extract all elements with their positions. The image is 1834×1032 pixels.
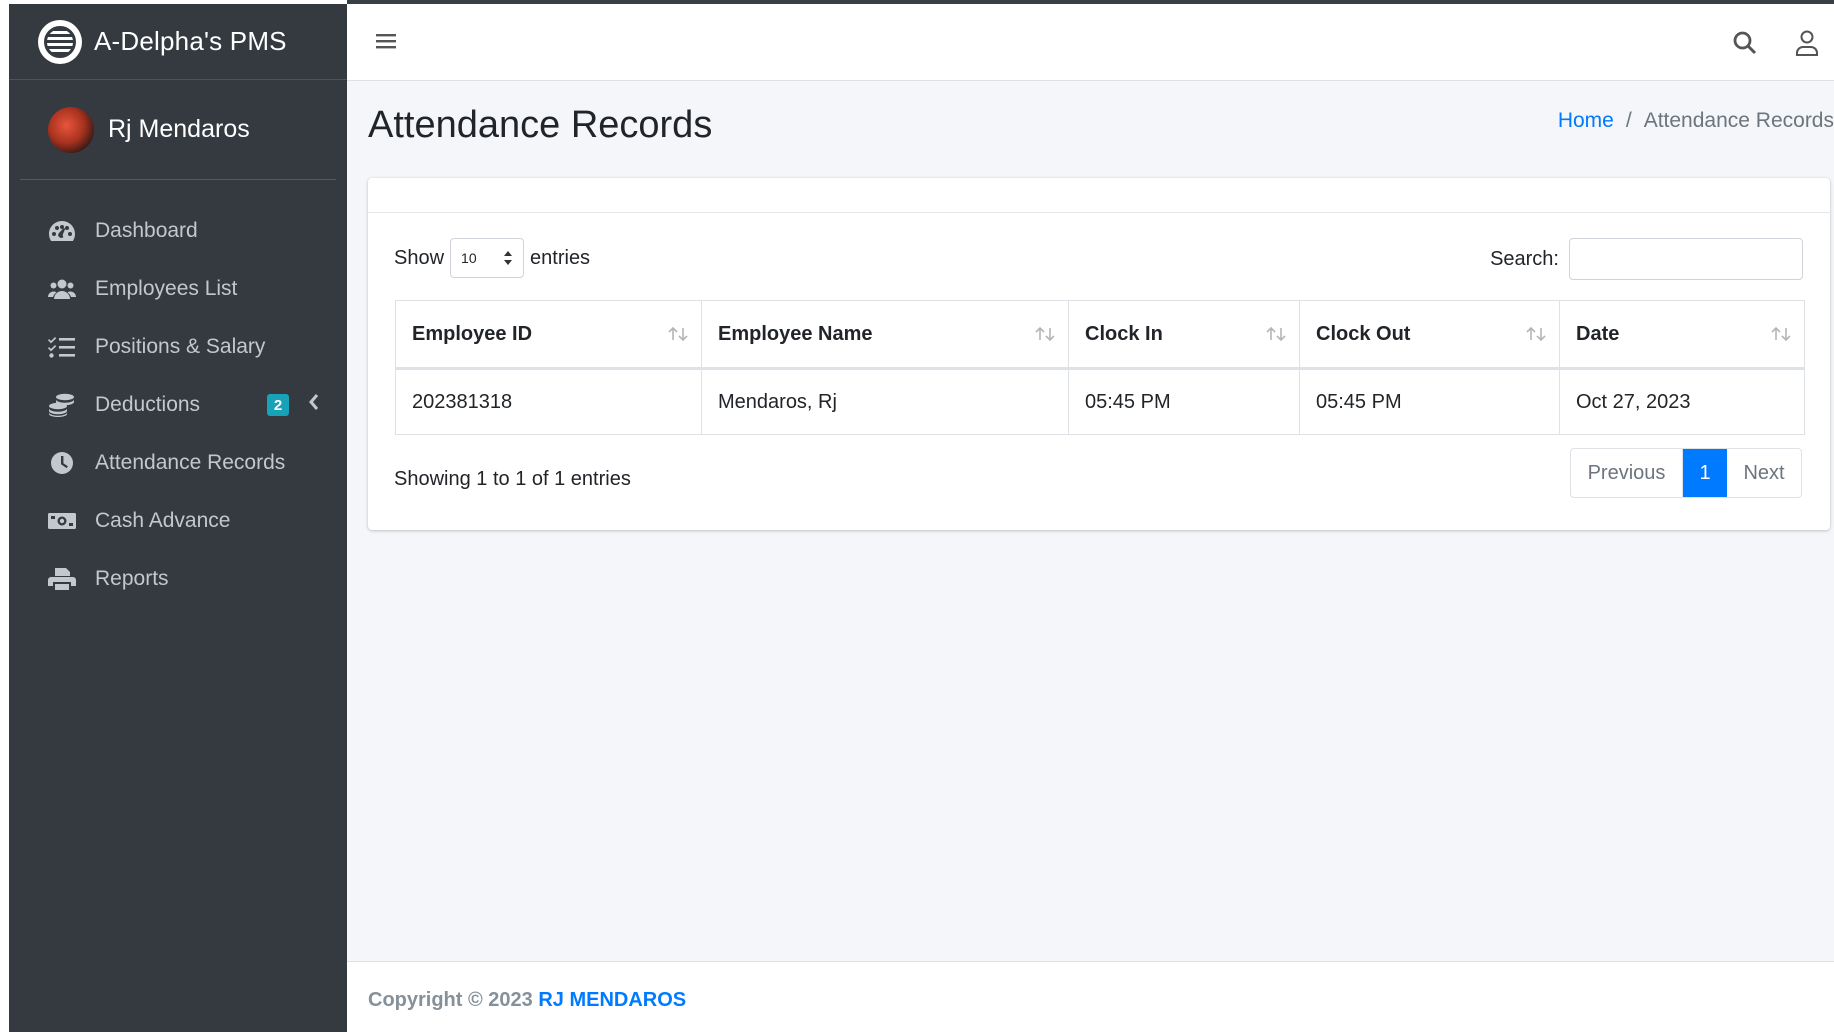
copyright-owner-link[interactable]: RJ MENDAROS [538,989,686,1011]
column-header-employee-id[interactable]: Employee ID [395,300,702,370]
print-icon [47,566,77,592]
footer: Copyright © 2023 RJ MENDAROS [347,961,1834,1032]
cell-date: Oct 27, 2023 [1559,368,1805,435]
entries-select-value: 10 [461,250,477,266]
chevron-left-icon[interactable] [307,391,325,417]
dashboard-gauge-icon [47,218,77,244]
sidebar-item-attendance-records[interactable]: Attendance Records [9,434,347,492]
content-wrapper: Attendance Records Home / Attendance Rec… [347,81,1834,961]
users-icon [47,276,77,302]
attendance-card: Show 10 entries Search: Employee ID Empl… [368,178,1830,530]
column-header-label: Employee ID [412,322,533,345]
deductions-count-badge: 2 [267,394,289,416]
pagination-page-1[interactable]: 1 [1683,449,1727,497]
user-profile-icon[interactable] [1795,30,1819,56]
cell-clock-out: 05:45 PM [1299,368,1560,435]
breadcrumb-separator: / [1625,109,1632,132]
pagination-previous-button[interactable]: Previous [1571,449,1683,497]
sidebar-item-label: Employees List [95,277,238,300]
column-header-clock-out[interactable]: Clock Out [1299,300,1560,370]
table-header-row: Employee ID Employee Name Clock In Clock… [395,300,1805,370]
table-info: Showing 1 to 1 of 1 entries [394,468,631,490]
sidebar-item-label: Cash Advance [95,509,231,532]
column-header-label: Clock In [1085,322,1163,345]
column-header-clock-in[interactable]: Clock In [1068,300,1300,370]
sort-icon [1525,325,1547,342]
entries-label: entries [530,246,591,269]
user-avatar [48,106,94,153]
pagination: Previous 1 Next [1570,448,1802,498]
sort-icon [667,325,689,342]
column-header-employee-name[interactable]: Employee Name [701,300,1069,370]
copyright-text: Copyright © 2023 RJ MENDAROS [368,989,686,1012]
table-row: 202381318 Mendaros, Rj 05:45 PM 05:45 PM… [395,368,1805,435]
sidebar-item-label: Reports [95,567,169,590]
column-header-date[interactable]: Date [1559,300,1805,370]
sidebar-item-cash-advance[interactable]: Cash Advance [9,492,347,550]
top-navbar [347,4,1834,81]
brand-name: A-Delpha's PMS [94,26,287,56]
page-title: Attendance Records [368,104,713,146]
window-edge [0,0,9,1032]
entries-select[interactable]: 10 [450,238,525,278]
brand-logo-icon [38,19,82,64]
sidebar-item-label: Positions & Salary [95,335,266,358]
money-bill-icon [47,508,77,534]
column-header-label: Employee Name [718,322,873,345]
search-label: Search: [1490,247,1559,270]
clock-icon [47,450,77,476]
attendance-table: Employee ID Employee Name Clock In Clock… [395,300,1805,435]
sidebar-item-employees-list[interactable]: Employees List [9,260,347,318]
sidebar-item-deductions[interactable]: Deductions 2 [9,376,347,434]
select-arrows-icon [504,251,513,265]
brand-link[interactable]: A-Delpha's PMS [9,4,347,80]
card-header [368,178,1830,213]
breadcrumb-home-link[interactable]: Home [1558,109,1614,133]
user-name: Rj Mendaros [108,115,250,143]
sidebar: A-Delpha's PMS Rj Mendaros Dashboard Emp… [9,4,347,1032]
sort-icon [1265,325,1287,342]
breadcrumb: Home / Attendance Records [1558,109,1834,133]
sidebar-item-label: Attendance Records [95,451,286,474]
sort-icon [1770,325,1792,342]
column-header-label: Date [1576,322,1620,345]
sort-icon [1034,325,1056,342]
pagination-next-button[interactable]: Next [1727,449,1801,497]
sidebar-item-label: Deductions [95,393,201,416]
menu-toggle-icon[interactable] [375,30,397,52]
cell-employee-name: Mendaros, Rj [701,368,1069,435]
search-icon[interactable] [1732,30,1758,56]
sidebar-nav: Dashboard Employees List Positions & Sal… [9,180,347,608]
cell-clock-in: 05:45 PM [1068,368,1300,435]
copyright-prefix: Copyright © 2023 [368,989,533,1011]
list-check-icon [47,334,77,360]
column-header-label: Clock Out [1316,322,1411,345]
sidebar-item-reports[interactable]: Reports [9,550,347,608]
entries-length-control: Show 10 entries [394,238,590,278]
sidebar-item-dashboard[interactable]: Dashboard [9,202,347,260]
table-search: Search: [1490,238,1803,280]
search-input[interactable] [1569,238,1803,280]
sidebar-item-label: Dashboard [95,219,198,242]
user-panel[interactable]: Rj Mendaros [20,80,336,180]
cell-employee-id: 202381318 [395,368,702,435]
breadcrumb-current: Attendance Records [1643,109,1834,132]
coins-icon [47,392,77,418]
sidebar-item-positions-salary[interactable]: Positions & Salary [9,318,347,376]
show-label: Show [394,246,445,269]
